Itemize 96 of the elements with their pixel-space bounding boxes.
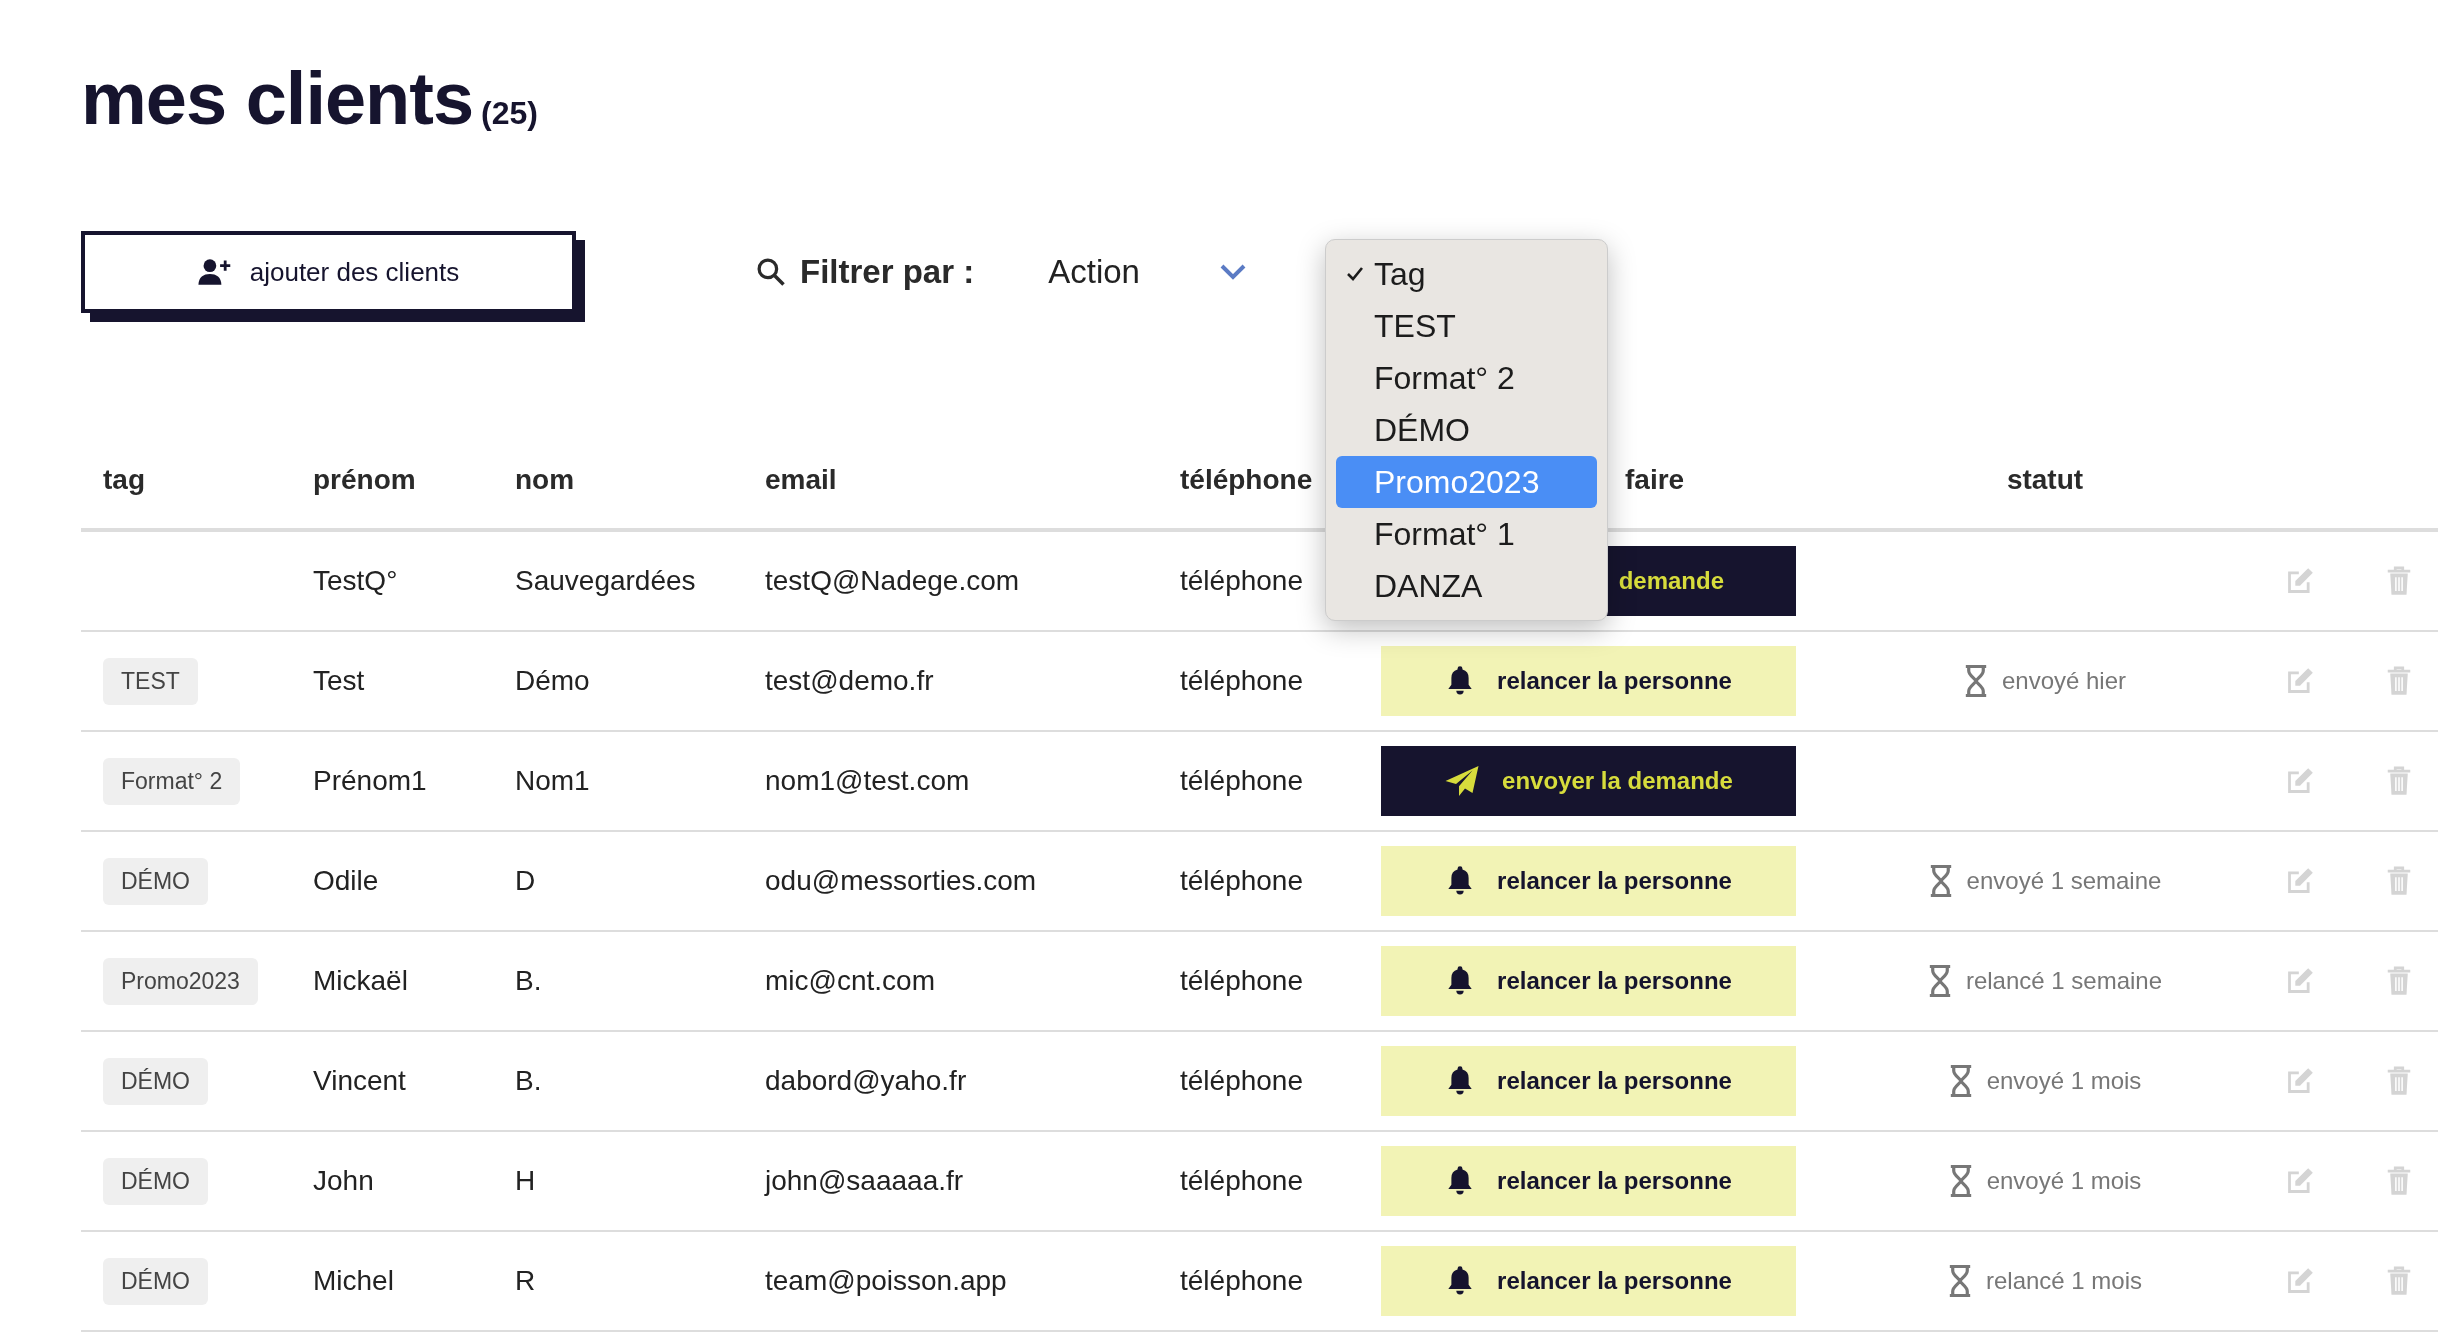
trash-icon[interactable] <box>2386 966 2412 996</box>
first-name-cell: Prénom1 <box>313 765 427 797</box>
phone-cell: téléphone <box>1180 565 1303 597</box>
hourglass-icon <box>1948 1065 1973 1097</box>
hourglass-icon <box>1948 1165 1973 1197</box>
menu-item[interactable]: DÉMO <box>1336 404 1597 456</box>
tag-chip: TEST <box>103 657 198 705</box>
last-name-cell: R <box>515 1265 536 1297</box>
last-name-cell: H <box>515 1165 536 1197</box>
edit-icon[interactable] <box>2286 767 2314 795</box>
first-name-cell: Mickaël <box>313 965 408 997</box>
last-name-cell: Nom1 <box>515 765 590 797</box>
phone-cell: téléphone <box>1180 1265 1303 1297</box>
last-name-cell: D <box>515 865 536 897</box>
tag-chip: DÉMO <box>103 1057 208 1105</box>
edit-icon[interactable] <box>2286 667 2314 695</box>
phone-cell: téléphone <box>1180 665 1303 697</box>
edit-icon[interactable] <box>2286 1067 2314 1095</box>
tag-chip: DÉMO <box>103 1157 208 1205</box>
phone-cell: téléphone <box>1180 1165 1303 1197</box>
page-title: mes clients <box>81 56 474 141</box>
phone-cell: téléphone <box>1180 765 1303 797</box>
status-text: envoyé 1 mois <box>1986 1167 2142 1195</box>
trash-icon[interactable] <box>2386 766 2412 796</box>
remind-button[interactable]: relancer la personne <box>1381 946 1796 1016</box>
paper-plane-icon <box>1444 764 1481 798</box>
last-name-cell: Démo <box>515 665 590 697</box>
tag-chip: DÉMO <box>103 857 208 905</box>
phone-cell: téléphone <box>1180 1065 1303 1097</box>
checkmark-icon <box>1346 266 1364 282</box>
phone-cell: téléphone <box>1180 865 1303 897</box>
menu-item[interactable]: TEST <box>1336 300 1597 352</box>
email-cell: john@saaaaa.fr <box>765 1165 964 1197</box>
trash-icon[interactable] <box>2386 566 2412 596</box>
hourglass-icon <box>1947 1265 1972 1297</box>
status-text: envoyé 1 mois <box>1986 1067 2142 1095</box>
edit-icon[interactable] <box>2286 1267 2314 1295</box>
status-text: envoyé 1 semaine <box>1966 867 2162 895</box>
last-name-cell: B. <box>515 965 542 997</box>
tag-chip: Format° 2 <box>103 757 241 805</box>
edit-icon[interactable] <box>2286 567 2314 595</box>
last-name-cell: Sauvegardées <box>515 565 696 597</box>
email-cell: nom1@test.com <box>765 765 970 797</box>
column-header: faire <box>1625 464 1685 496</box>
trash-icon[interactable] <box>2386 1266 2412 1296</box>
first-name-cell: Michel <box>313 1265 394 1297</box>
tag-chip: Promo2023 <box>103 957 258 1005</box>
edit-icon[interactable] <box>2286 967 2314 995</box>
status-text: relancé 1 mois <box>1985 1267 2143 1295</box>
chevron-down-icon <box>1219 264 1246 280</box>
first-name-cell: Test <box>313 665 365 697</box>
email-cell: odu@messorties.com <box>765 865 1037 897</box>
trash-icon[interactable] <box>2386 866 2412 896</box>
first-name-cell: John <box>313 1165 374 1197</box>
trash-icon[interactable] <box>2386 1166 2412 1196</box>
hourglass-icon <box>1963 665 1988 697</box>
email-cell: team@poisson.app <box>765 1265 1007 1297</box>
menu-item[interactable]: Format° 2 <box>1336 352 1597 404</box>
hourglass-icon <box>1928 865 1953 897</box>
remind-button[interactable]: relancer la personne <box>1381 1046 1796 1116</box>
edit-icon[interactable] <box>2286 867 2314 895</box>
first-name-cell: TestQ° <box>313 565 398 597</box>
first-name-cell: Vincent <box>313 1065 406 1097</box>
remind-button[interactable]: relancer la personne <box>1381 846 1796 916</box>
filter-label: Filtrer par : <box>800 253 975 291</box>
send-request-button[interactable]: envoyer la demande <box>1381 746 1796 816</box>
menu-item[interactable]: DANZA <box>1336 560 1597 612</box>
column-header: prénom <box>313 464 416 496</box>
trash-icon[interactable] <box>2386 1066 2412 1096</box>
remind-button[interactable]: relancer la personne <box>1381 1146 1796 1216</box>
email-cell: dabord@yaho.fr <box>765 1065 967 1097</box>
menu-item[interactable]: Tag <box>1336 248 1597 300</box>
search-icon <box>756 257 786 287</box>
email-cell: mic@cnt.com <box>765 965 935 997</box>
trash-icon[interactable] <box>2386 666 2412 696</box>
column-header: nom <box>515 464 575 496</box>
client-count: (25) <box>481 95 538 132</box>
email-cell: testQ@Nadege.com <box>765 565 1020 597</box>
menu-item[interactable]: Format° 1 <box>1336 508 1597 560</box>
email-cell: test@demo.fr <box>765 665 934 697</box>
phone-cell: téléphone <box>1180 965 1303 997</box>
first-name-cell: Odile <box>313 865 379 897</box>
column-header: statut <box>2006 464 2084 496</box>
column-header: tag <box>103 464 145 496</box>
status-text: relancé 1 semaine <box>1965 967 2163 995</box>
edit-icon[interactable] <box>2286 1167 2314 1195</box>
add-user-icon <box>197 258 232 286</box>
tag-chip: DÉMO <box>103 1257 208 1305</box>
remind-button[interactable]: relancer la personne <box>1381 646 1796 716</box>
column-header: email <box>765 464 837 496</box>
column-header: téléphone <box>1180 464 1313 496</box>
last-name-cell: B. <box>515 1065 542 1097</box>
status-text: envoyé hier <box>2001 667 2127 695</box>
hourglass-icon <box>1927 965 1952 997</box>
filter-dropdown[interactable]: Action <box>1048 253 1246 291</box>
remind-button[interactable]: relancer la personne <box>1381 1246 1796 1316</box>
